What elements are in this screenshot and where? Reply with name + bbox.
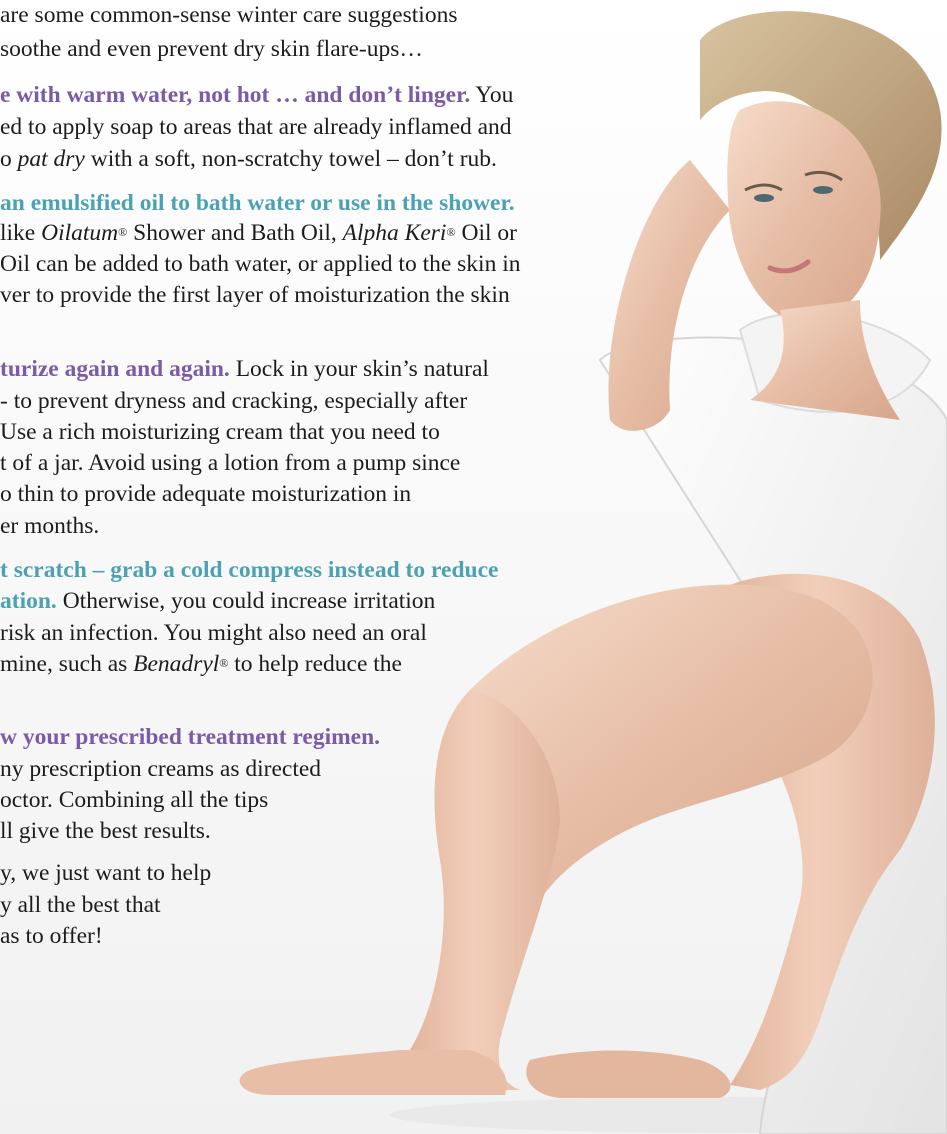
tip1-line-2: ed to apply soap to areas that are alrea… [0,114,512,140]
tip4-line-2: ation. Otherwise, you could increase irr… [0,588,436,614]
tip1-line-3: o pat dry with a soft, non-scratchy towe… [0,146,497,172]
tip2-line-2: like Oilatum® Shower and Bath Oil, Alpha… [0,220,517,246]
intro-line-2: soothe and even prevent dry skin flare-u… [0,36,423,62]
tip3-line-3: Use a rich moisturizing cream that you n… [0,419,440,445]
tip3-line-4: t of a jar. Avoid using a lotion from a … [0,450,461,476]
tip2-line-4: ver to provide the first layer of moistu… [0,282,510,308]
tip3-line-5: o thin to provide adequate moisturizatio… [0,481,412,507]
tip2-heading: an emulsified oil to bath water or use i… [0,190,515,216]
tip2-line-3: Oil can be added to bath water, or appli… [0,251,521,277]
article-text: are some common-sense winter care sugges… [0,0,947,1134]
tip1-line-1: e with warm water, not hot … and don’t l… [0,82,514,108]
intro-line-1: are some common-sense winter care sugges… [0,2,458,28]
tip4-line-4: mine, such as Benadryl® to help reduce t… [0,651,402,677]
closing-line-2: y all the best that [0,892,161,918]
tip4-line-3: risk an infection. You might also need a… [0,620,427,646]
tip3-heading: turize again and again. [0,356,230,382]
closing-line-3: as to offer! [0,923,103,949]
tip5-line-3: octor. Combining all the tips [0,787,269,813]
tip3-line-6: er months. [0,513,100,539]
tip5-heading: w your prescribed treatment regimen. [0,724,381,750]
tip5-line-4: ll give the best results. [0,818,211,844]
tip4-heading-1: t scratch – grab a cold compress instead… [0,557,499,583]
tip3-line-2: - to prevent dryness and cracking, espec… [0,388,468,414]
closing-line-1: y, we just want to help [0,860,212,886]
tip5-line-2: ny prescription creams as directed [0,756,322,782]
tip3-line-1: turize again and again. Lock in your ski… [0,356,489,382]
tip1-heading: e with warm water, not hot … and don’t l… [0,82,471,108]
